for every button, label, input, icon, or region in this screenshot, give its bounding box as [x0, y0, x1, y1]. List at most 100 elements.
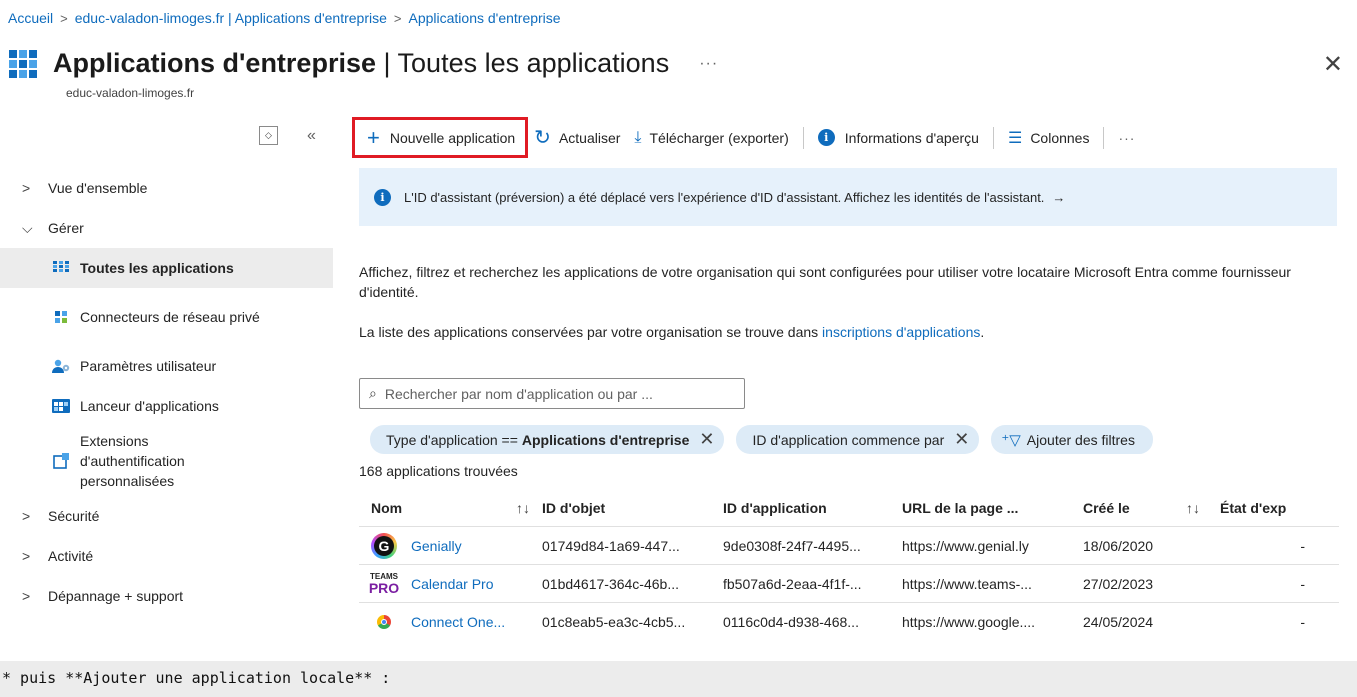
app-grid-icon	[9, 49, 37, 78]
columns-label: Colonnes	[1030, 129, 1090, 146]
table-row[interactable]: G Genially 01749d84-1a69-447... 9de0308f…	[359, 527, 1339, 565]
download-button[interactable]: ⤓ Télécharger (exporter)	[634, 116, 788, 159]
page-header: Applications d'entreprise | Toutes les a…	[8, 48, 718, 79]
breadcrumb-home[interactable]: Accueil	[8, 10, 53, 26]
search-input[interactable]: ⌕ Rechercher par nom d'application ou pa…	[359, 378, 745, 409]
expand-collapse-icon[interactable]: ◇	[259, 126, 278, 145]
user-settings-icon	[52, 358, 70, 374]
column-header-url[interactable]: URL de la page ...	[902, 500, 1083, 516]
chevron-down-icon: ⌵	[22, 219, 33, 236]
refresh-button[interactable]: ↻ Actualiser	[534, 116, 620, 159]
chrome-logo	[377, 615, 391, 629]
sidebar-item-custom-auth-extensions[interactable]: Extensions d'authentification personnali…	[0, 426, 333, 496]
object-id-cell: 01bd4617-364c-46b...	[542, 575, 679, 592]
more-options-icon[interactable]: ···	[699, 55, 718, 73]
preview-info-label: Informations d'aperçu	[844, 129, 979, 146]
app-name-link[interactable]: Connect One...	[411, 614, 505, 630]
sidebar-item-overview[interactable]: > Vue d'ensemble	[0, 168, 333, 208]
sidebar-controls: ◇ «	[259, 126, 316, 145]
new-application-button[interactable]: + Nouvelle application	[352, 117, 529, 158]
banner-text: L'ID d'assistant (préversion) a été dépl…	[404, 189, 1045, 205]
state-cell: -	[1300, 614, 1305, 630]
info-icon: i	[374, 188, 391, 206]
sidebar-item-label: Activité	[48, 548, 94, 564]
search-icon: ⌕	[369, 385, 377, 401]
app-id-cell: fb507a6d-2eaa-4f1f-...	[723, 575, 862, 592]
sidebar-item-label: Toutes les applications	[80, 260, 234, 276]
columns-button[interactable]: ☰ Colonnes	[1008, 116, 1090, 159]
applications-table: Nom ↑↓ ID d'objet ID d'application URL d…	[359, 489, 1339, 641]
app-id-cell: 0116c0d4-d938-468...	[723, 614, 859, 630]
add-filter-button[interactable]: ⁺▽ Ajouter des filtres	[991, 425, 1153, 454]
filter-pill-app-type[interactable]: Type d'application == Applications d'ent…	[370, 425, 725, 454]
sidebar-item-label: Extensions d'authentification personnali…	[80, 433, 185, 489]
remove-filter-icon[interactable]: ✕	[954, 429, 969, 450]
close-icon[interactable]: ✕	[1323, 50, 1343, 79]
sort-icon[interactable]: ↑↓	[516, 500, 530, 516]
sidebar-item-label: Sécurité	[48, 508, 100, 524]
column-header-object-id[interactable]: ID d'objet	[542, 500, 723, 516]
network-connector-icon	[52, 309, 70, 325]
columns-icon: ☰	[1007, 129, 1023, 147]
result-count: 168 applications trouvées	[359, 463, 518, 479]
sidebar-nav: > Vue d'ensemble ⌵ Gérer Toutes les appl…	[0, 168, 333, 616]
table-row[interactable]: Connect One... 01c8eab5-ea3c-4cb5... 011…	[359, 603, 1339, 641]
preview-info-button[interactable]: i Informations d'aperçu	[817, 116, 979, 159]
sidebar-item-user-settings[interactable]: Paramètres utilisateur	[0, 346, 333, 386]
sidebar-item-security[interactable]: > Sécurité	[0, 496, 333, 536]
toolbar-divider	[1103, 126, 1105, 149]
chevron-right-icon: >	[22, 588, 31, 604]
info-icon: i	[817, 129, 835, 146]
table-header: Nom ↑↓ ID d'objet ID d'application URL d…	[359, 489, 1339, 527]
sidebar-item-label: Gérer	[48, 220, 84, 236]
tenant-subtitle: educ-valadon-limoges.fr	[66, 86, 195, 100]
table-row[interactable]: TEAMS PRO Calendar Pro 01bd4617-364c-46b.…	[359, 565, 1339, 603]
created-cell: 24/05/2024	[1083, 614, 1154, 630]
object-id-cell: 01749d84-1a69-447...	[542, 537, 680, 554]
filter-bar: Type d'application == Applications d'ent…	[370, 425, 1165, 454]
sidebar-item-all-applications[interactable]: Toutes les applications	[0, 248, 333, 288]
app-id-cell: 9de0308f-24f7-4495...	[723, 537, 861, 554]
column-header-name[interactable]: Nom ↑↓	[359, 500, 542, 516]
breadcrumb-separator-icon: >	[60, 10, 68, 26]
url-cell: https://www.genial.ly	[902, 537, 1029, 554]
sort-icon[interactable]: ↑↓	[1186, 500, 1200, 516]
sidebar-item-label: Dépannage + support	[48, 588, 184, 604]
add-filter-icon: ⁺▽	[1001, 431, 1021, 449]
column-header-state[interactable]: État d'exp	[1220, 500, 1339, 516]
app-name-link[interactable]: Genially	[411, 538, 462, 554]
breadcrumb-separator-icon: >	[393, 10, 402, 26]
column-header-app-id[interactable]: ID d'application	[723, 500, 902, 516]
refresh-icon: ↻	[534, 127, 551, 149]
sidebar-item-label: Vue d'ensemble	[48, 180, 148, 196]
chevron-right-icon: >	[22, 548, 31, 564]
collapse-sidebar-icon[interactable]: «	[307, 127, 316, 145]
sidebar-item-troubleshooting[interactable]: > Dépannage + support	[0, 576, 333, 616]
app-registrations-link[interactable]: inscriptions d'applications	[822, 324, 980, 340]
chevron-right-icon: >	[22, 508, 31, 524]
app-launcher-icon	[52, 398, 70, 414]
app-name-link[interactable]: Calendar Pro	[411, 576, 494, 592]
breadcrumb-tenant[interactable]: educ-valadon-limoges.fr | Applications d…	[75, 10, 387, 26]
sidebar-item-manage[interactable]: ⌵ Gérer	[0, 208, 333, 248]
sidebar-item-label: Lanceur d'applications	[80, 398, 219, 414]
breadcrumb-current[interactable]: Applications d'entreprise	[408, 10, 560, 26]
created-cell: 27/02/2023	[1083, 575, 1154, 592]
breadcrumb: Accueil > educ-valadon-limoges.fr | Appl…	[8, 10, 561, 26]
sidebar-item-activity[interactable]: > Activité	[0, 536, 333, 576]
filter-pill-app-id[interactable]: ID d'application commence par ✕	[736, 425, 980, 454]
sidebar-item-app-launcher[interactable]: Lanceur d'applications	[0, 386, 333, 426]
sidebar-item-private-network-connectors[interactable]: Connecteurs de réseau privé	[0, 288, 333, 346]
chevron-right-icon: >	[22, 180, 31, 196]
app-registrations-note: La liste des applications conservées par…	[359, 324, 985, 340]
refresh-label: Actualiser	[558, 129, 621, 146]
info-banner[interactable]: i L'ID d'assistant (préversion) a été dé…	[359, 168, 1337, 226]
command-bar: + Nouvelle application ↻ Actualiser ⤓ Té…	[352, 116, 1135, 159]
auth-extension-icon	[52, 453, 70, 469]
column-header-created[interactable]: Créé le ↑↓	[1083, 500, 1220, 516]
url-cell: https://www.google....	[902, 614, 1036, 630]
teams-pro-logo: TEAMS PRO	[368, 572, 400, 596]
remove-filter-icon[interactable]: ✕	[699, 429, 714, 450]
more-commands-icon[interactable]: ···	[1118, 116, 1135, 159]
download-label: Télécharger (exporter)	[649, 129, 789, 146]
